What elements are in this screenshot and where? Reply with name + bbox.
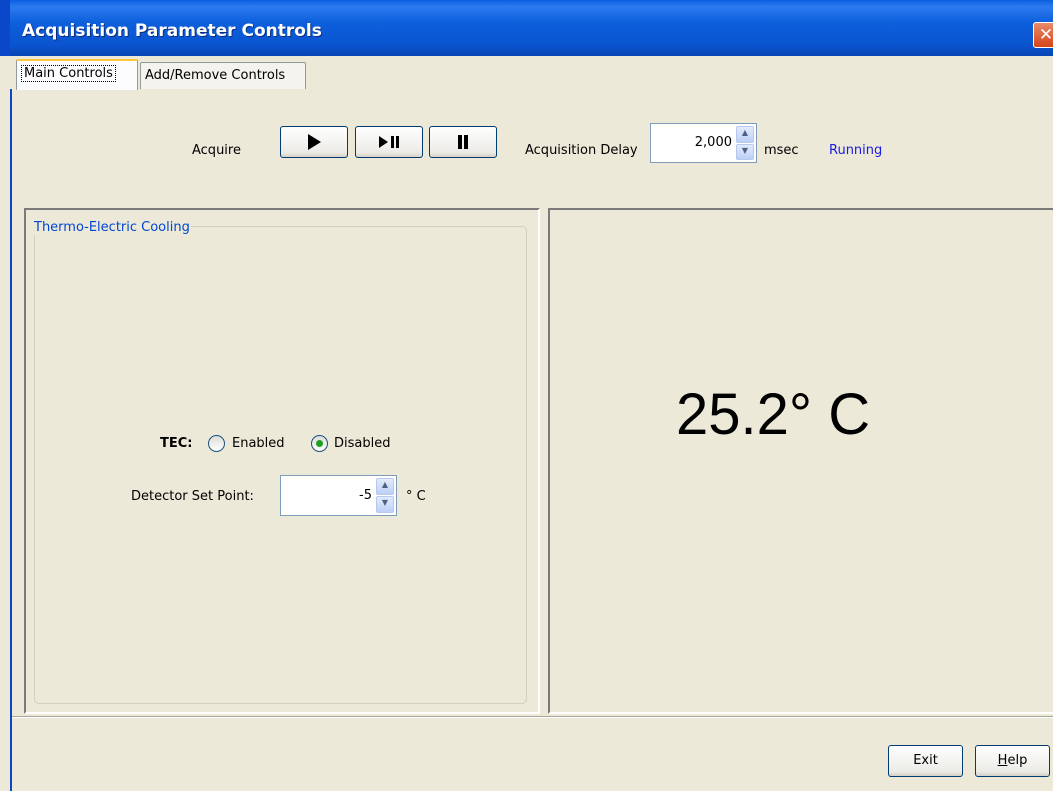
status-text: Running xyxy=(829,143,883,158)
delay-unit: msec xyxy=(764,143,799,158)
acquire-label: Acquire xyxy=(192,143,241,158)
tec-legend: Thermo-Electric Cooling xyxy=(33,220,191,235)
radio-selected-dot xyxy=(316,440,323,447)
acquisition-delay-label: Acquisition Delay xyxy=(525,143,638,158)
acquire-single-button[interactable] xyxy=(355,126,423,158)
step-pause-icon xyxy=(378,136,388,148)
spinner-arrows: ▲ ▼ xyxy=(736,126,754,160)
setpoint-unit: ° C xyxy=(406,489,426,504)
pause-icon xyxy=(458,135,462,149)
help-mnemonic: H xyxy=(997,753,1008,768)
pause-bar xyxy=(395,136,399,148)
temperature-readout: 25.2° C xyxy=(676,382,871,447)
title-bar[interactable]: Acquisition Parameter Controls ✕ xyxy=(0,0,1053,56)
acquire-pause-button[interactable] xyxy=(429,126,497,158)
tec-label: TEC: xyxy=(160,436,193,451)
exit-label: Exit xyxy=(913,753,938,768)
help-button[interactable]: Help xyxy=(975,745,1050,777)
detector-setpoint-spinner[interactable]: -5 ▲ ▼ xyxy=(280,475,397,516)
tec-fieldset xyxy=(34,226,527,704)
pause-bar xyxy=(390,136,394,148)
spin-up-icon[interactable]: ▲ xyxy=(376,478,394,495)
tab-main-controls[interactable]: Main Controls xyxy=(16,59,138,90)
spin-up-icon[interactable]: ▲ xyxy=(736,126,754,143)
spinner-arrows: ▲ ▼ xyxy=(376,478,394,513)
spin-down-icon[interactable]: ▼ xyxy=(736,143,754,160)
detector-setpoint-label: Detector Set Point: xyxy=(131,489,254,504)
tab-label: Main Controls xyxy=(21,65,116,82)
temperature-panel xyxy=(548,208,1053,714)
tec-disabled-label[interactable]: Disabled xyxy=(334,436,390,451)
tec-enabled-label[interactable]: Enabled xyxy=(232,436,285,451)
window-title: Acquisition Parameter Controls xyxy=(22,21,322,41)
tab-label: Add/Remove Controls xyxy=(145,68,286,83)
tec-disabled-radio[interactable] xyxy=(311,435,328,452)
close-icon: ✕ xyxy=(1038,25,1053,45)
spin-down-icon[interactable]: ▼ xyxy=(376,496,394,513)
exit-button[interactable]: Exit xyxy=(888,745,963,777)
acquire-start-button[interactable] xyxy=(280,126,348,158)
close-button[interactable]: ✕ xyxy=(1033,22,1053,48)
acquisition-delay-value[interactable]: 2,000 xyxy=(695,124,732,162)
play-icon xyxy=(307,134,321,150)
tab-strip: Main Controls Add/Remove Controls xyxy=(10,56,1053,90)
detector-setpoint-value[interactable]: -5 xyxy=(359,476,372,515)
tec-enabled-radio[interactable] xyxy=(208,435,225,452)
pause-bar xyxy=(464,135,468,149)
footer-divider xyxy=(12,716,1053,718)
help-label-rest: elp xyxy=(1007,753,1028,768)
acquisition-delay-spinner[interactable]: 2,000 ▲ ▼ xyxy=(650,123,757,163)
tab-add-remove-controls[interactable]: Add/Remove Controls xyxy=(140,62,306,89)
